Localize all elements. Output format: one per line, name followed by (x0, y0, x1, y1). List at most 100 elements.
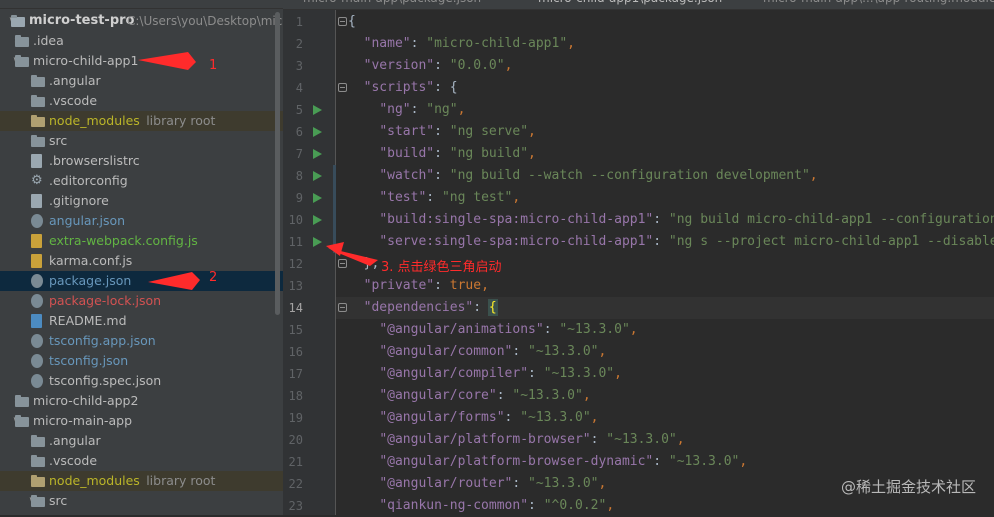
code-token: , (629, 322, 638, 337)
code-token: "@angular/router" (379, 476, 513, 491)
excluded-folder-icon (31, 115, 45, 127)
code-line: "watch": "ng build --watch --configurati… (348, 165, 817, 187)
line-number: 8 (295, 169, 303, 183)
tree-row[interactable]: ∨micro-main-app (0, 411, 283, 431)
tree-row[interactable]: extra-webpack.config.js (0, 231, 283, 251)
line-number: 7 (295, 147, 303, 161)
tree-row[interactable]: tsconfig.spec.json (0, 371, 283, 391)
tree-row[interactable]: ›.vscode (0, 91, 283, 111)
tree-row[interactable]: tsconfig.app.json (0, 331, 283, 351)
code-line: "@angular/platform-browser": "~13.3.0", (348, 429, 685, 451)
folder-icon (31, 75, 45, 87)
code-token: "build:single-spa:micro-child-app1" (379, 212, 654, 227)
tree-row[interactable]: karma.conf.js (0, 251, 283, 271)
tree-header (0, 0, 283, 9)
code-token: "qiankun-ng-common" (379, 498, 529, 513)
tree-row[interactable]: ›.vscode (0, 451, 283, 471)
code-token: , (481, 278, 489, 293)
code-token: { (487, 299, 498, 316)
folder-icon (15, 35, 29, 47)
tab-child-package[interactable]: micro-child-app1\package.json (538, 0, 722, 9)
code-token: "micro-child-app1" (426, 36, 568, 51)
code-token: , (504, 58, 513, 73)
tree-row[interactable]: .gitignore (0, 191, 283, 211)
tab-main-package[interactable]: micro-main-app\package.json (303, 0, 481, 9)
tree-row[interactable]: ∨src (0, 491, 283, 511)
run-script-icon[interactable] (313, 127, 322, 137)
tree-row[interactable]: README.md (0, 311, 283, 331)
json-file-icon (31, 214, 43, 228)
code-token: : (434, 168, 450, 183)
tree-row[interactable]: package.json (0, 271, 283, 291)
code-token: "~13.3.0" (668, 454, 740, 469)
line-number: 15 (288, 323, 303, 337)
run-script-icon[interactable] (313, 215, 322, 225)
tree-row-label: .idea (33, 33, 64, 48)
run-script-icon[interactable] (313, 149, 322, 159)
tree-row[interactable]: ∨micro-test-proC:\Users\you\Desktop\micr… (0, 11, 283, 31)
code-token: : (504, 410, 521, 425)
tree-row-label: .angular (49, 73, 101, 88)
fold-toggle-icon[interactable] (338, 259, 347, 268)
tree-row[interactable]: package-lock.json (0, 291, 283, 311)
tree-row[interactable]: ›node_moduleslibrary root (0, 111, 283, 131)
code-token: }, (348, 256, 380, 271)
code-line: "test": "ng test", (348, 187, 520, 209)
tree-row[interactable]: ›micro-child-app2 (0, 391, 283, 411)
code-token: "dependencies" (363, 300, 474, 315)
line-number: 13 (288, 279, 303, 293)
fold-toggle-icon[interactable] (338, 17, 347, 26)
run-script-icon[interactable] (313, 237, 322, 247)
tree-row-label: package.json (49, 273, 132, 288)
code-token: "private" (363, 278, 435, 293)
tab-routing-module[interactable]: micro-main-app\...\app-routing.module.ts (763, 0, 994, 9)
run-script-icon[interactable] (313, 193, 322, 203)
tree-row[interactable]: ›.idea (0, 31, 283, 51)
tree-row[interactable]: ›.angular (0, 431, 283, 451)
tree-row[interactable]: ⚙ .editorconfig (0, 171, 283, 191)
folder-icon (15, 55, 29, 67)
fold-toggle-icon[interactable] (338, 303, 347, 312)
code-token: : (434, 124, 450, 139)
project-path: C:\Users\you\Desktop\micro-t (127, 14, 283, 28)
code-token: "~13.3.0" (520, 410, 591, 425)
tree-row[interactable]: ∨micro-child-app1 (0, 51, 283, 71)
code-token: "0.0.0" (449, 58, 505, 73)
code-token: , (567, 36, 575, 51)
tree-row[interactable]: ›src (0, 131, 283, 151)
code-line: "@angular/platform-browser-dynamic": "~1… (348, 451, 747, 473)
editor-tabs: micro-main-app\package.json micro-child-… (283, 0, 994, 10)
code-token: , (528, 146, 536, 161)
code-line: "@angular/forms": "~13.3.0", (348, 407, 598, 429)
code-token: : (590, 432, 607, 447)
tree-row-label: .gitignore (49, 193, 109, 208)
tree-row-label: .vscode (49, 93, 98, 108)
tree-row[interactable]: ›.angular (0, 71, 283, 91)
tree-row[interactable]: angular.json (0, 211, 283, 231)
code-token: : (528, 366, 544, 381)
code-token: : (653, 234, 669, 249)
tree-row[interactable]: tsconfig.json (0, 351, 283, 371)
run-script-icon[interactable] (313, 105, 322, 115)
code-token: "ng" (426, 102, 458, 117)
fold-toggle-icon[interactable] (338, 83, 347, 92)
code-token: : (543, 322, 560, 337)
folder-icon (31, 95, 45, 107)
code-line: "name": "micro-child-app1", (348, 33, 575, 55)
code-token: : (512, 344, 529, 359)
code-token: , (676, 432, 685, 447)
gear-icon: ⚙ (31, 173, 43, 188)
tree-row[interactable]: ›node_moduleslibrary root (0, 471, 283, 491)
run-script-icon[interactable] (313, 171, 322, 181)
code-token: , (528, 124, 536, 139)
file-icon (31, 154, 42, 168)
folder-icon (31, 455, 45, 467)
tree-row[interactable]: .browserslistrc (0, 151, 283, 171)
tree-scrollbar[interactable] (275, 12, 280, 315)
